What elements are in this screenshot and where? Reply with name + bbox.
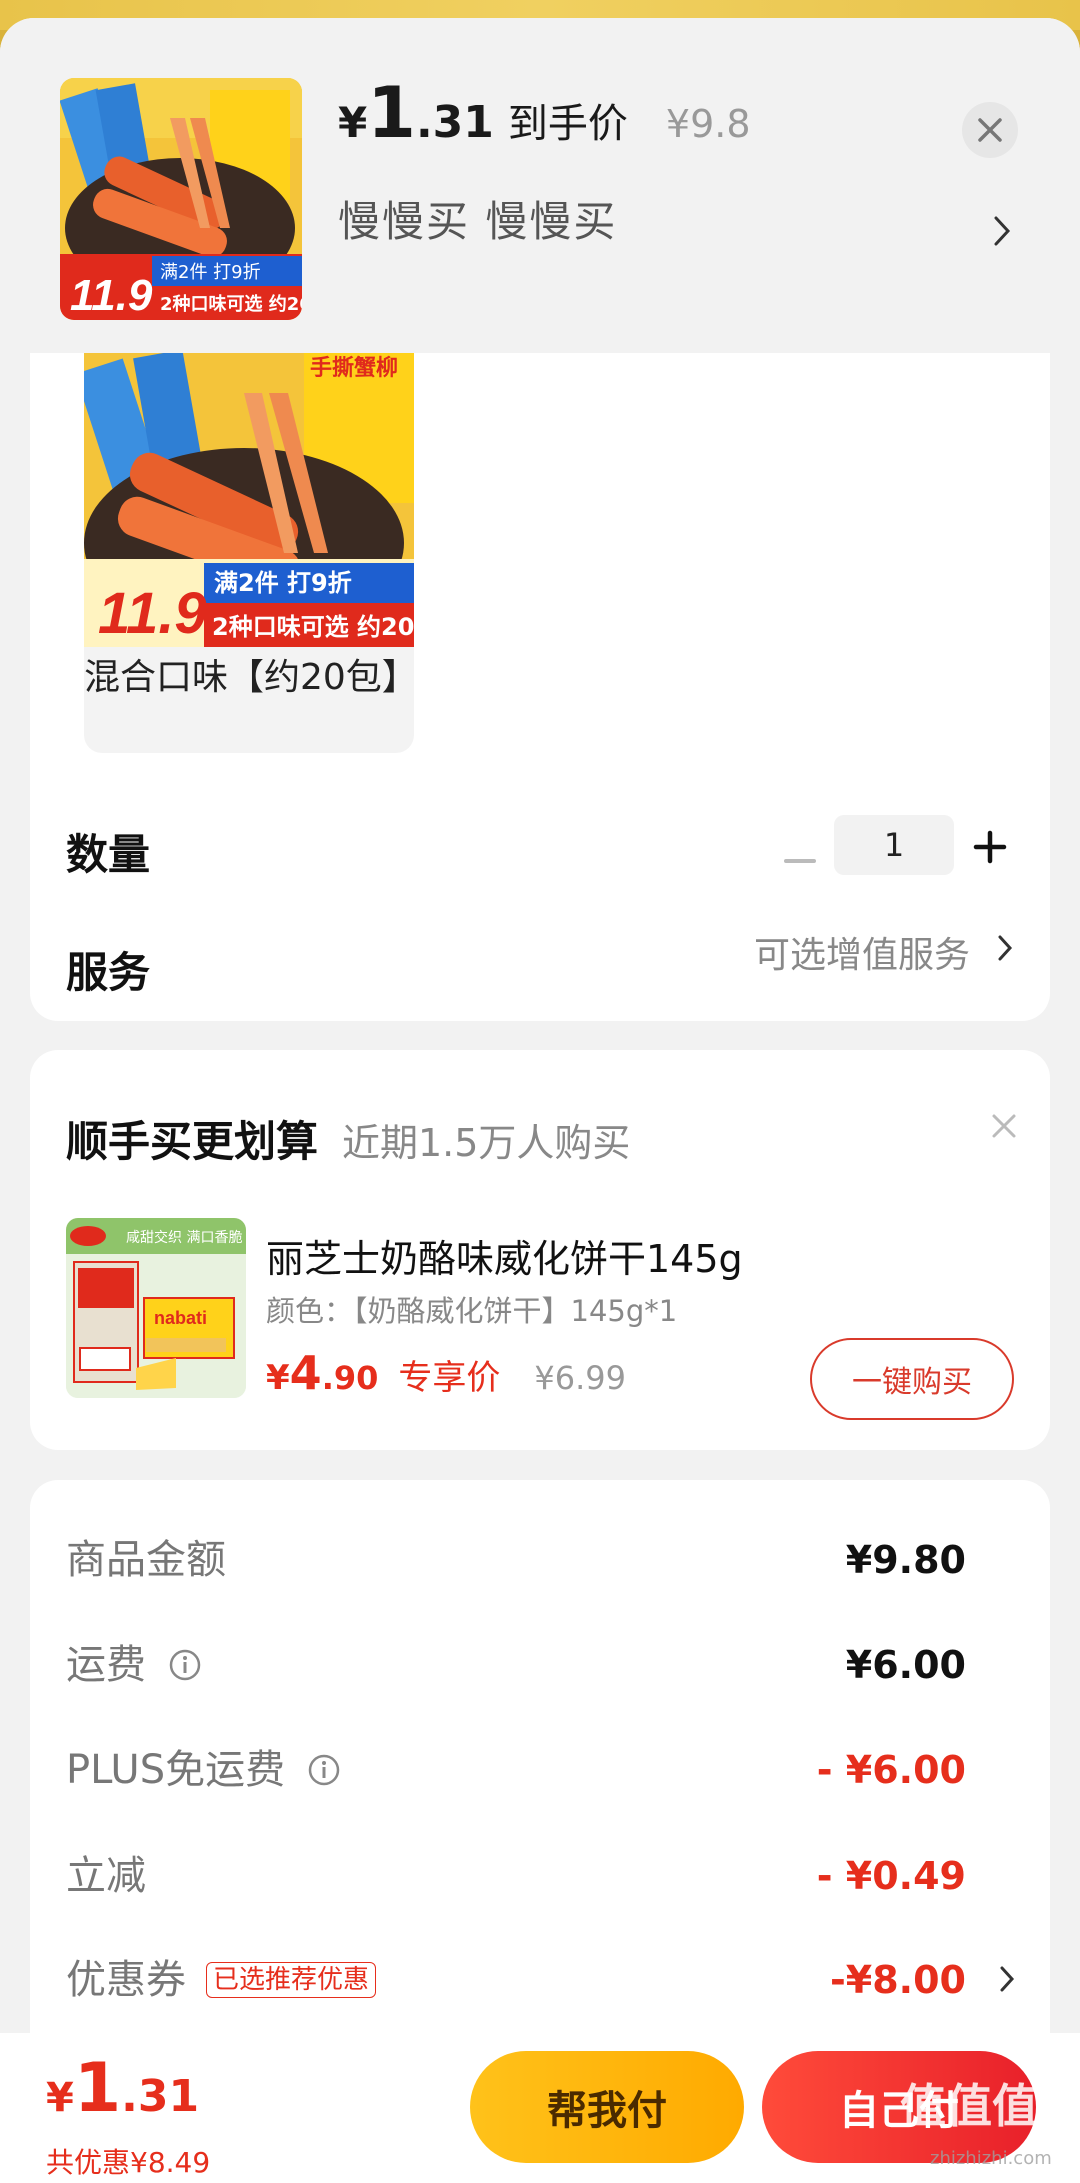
- coupon-badge: 已选推荐优惠: [206, 1962, 377, 1998]
- selected-spec[interactable]: 慢慢买 慢慢买: [338, 188, 617, 249]
- original-price: ¥9.8: [665, 102, 751, 146]
- svg-text:2种口味可选 约20包: 2种口味可选 约20包: [212, 613, 414, 641]
- help-pay-button[interactable]: 帮我付: [470, 2051, 744, 2163]
- summary-row: PLUS免运费 - ¥6.00: [66, 1740, 1016, 1800]
- svg-text:2种口味可选 约20包: 2种口味可选 约20包: [160, 293, 302, 315]
- sheet-header: 11.9 满2件 打9折 2种口味可选 约20包 ¥ 1 .31 到手价 ¥9.…: [0, 18, 1080, 353]
- total-price: ¥ 1 .31: [46, 2055, 199, 2123]
- price-decimal: .31: [415, 97, 494, 148]
- recommend-card: 顺手买更划算 近期1.5万人购买 咸甜交织 满口香脆 nabati 丽芝士奶酪味…: [30, 1050, 1050, 1450]
- price-decimal: .90: [321, 1359, 379, 1397]
- svg-text:手撕蟹柳: 手撕蟹柳: [310, 355, 398, 381]
- chevron-right-icon[interactable]: [996, 933, 1014, 963]
- summary-value: - ¥0.49: [816, 1854, 966, 1898]
- watermark-logo: 值值值: [900, 2079, 1038, 2133]
- summary-label: 立减: [66, 1853, 146, 1899]
- summary-label: 运费: [66, 1635, 202, 1695]
- svg-text:11.9: 11.9: [70, 271, 153, 320]
- close-icon[interactable]: [990, 1112, 1018, 1140]
- recommend-subtitle: 近期1.5万人购买: [342, 1121, 631, 1165]
- svg-text:满2件 打9折: 满2件 打9折: [214, 569, 352, 597]
- recommend-product-image[interactable]: 咸甜交织 满口香脆 nabati: [66, 1218, 246, 1398]
- currency-symbol: ¥: [46, 2075, 74, 2121]
- total-discount: 共优惠¥8.49: [46, 2146, 211, 2179]
- summary-row: 商品金额 ¥9.80: [66, 1530, 1016, 1590]
- exclusive-price-label: 专享价: [398, 1358, 501, 1398]
- quantity-input[interactable]: 1: [834, 815, 954, 875]
- header-price: ¥ 1 .31 到手价 ¥9.8: [338, 78, 751, 168]
- chevron-right-icon[interactable]: [992, 214, 1012, 248]
- summary-value: - ¥6.00: [816, 1748, 966, 1792]
- summary-row: 立减 - ¥0.49: [66, 1846, 1016, 1906]
- summary-value: ¥9.80: [845, 1538, 966, 1582]
- svg-text:满2件 打9折: 满2件 打9折: [160, 262, 261, 283]
- one-click-buy-button[interactable]: 一键购买: [810, 1338, 1014, 1420]
- summary-label: 商品金额: [66, 1537, 226, 1583]
- service-option[interactable]: 可选增值服务: [754, 926, 970, 978]
- svg-text:nabati: nabati: [154, 1308, 207, 1328]
- original-price: ¥6.99: [534, 1359, 626, 1397]
- summary-value: -¥8.00: [830, 1958, 966, 2002]
- recommend-product-name[interactable]: 丽芝士奶酪味威化饼干145g: [266, 1228, 743, 1283]
- chevron-right-icon[interactable]: [998, 1964, 1016, 1994]
- variant-label: 混合口味【约20包】: [84, 657, 414, 698]
- plus-icon[interactable]: [970, 827, 1010, 867]
- currency-symbol: ¥: [338, 98, 368, 147]
- close-icon: [978, 118, 1002, 142]
- variant-option[interactable]: 手撕蟹柳 11.9 满2件 打9折 2种口味可选 约20包 混合口味【约20包】: [84, 353, 414, 753]
- summary-label: 优惠券 已选推荐优惠: [66, 1950, 377, 2010]
- summary-label: PLUS免运费: [66, 1740, 341, 1800]
- price-integer: 4: [289, 1346, 322, 1400]
- coupon-row[interactable]: 优惠券 已选推荐优惠 -¥8.00: [66, 1950, 1016, 2010]
- minus-icon[interactable]: [772, 833, 828, 889]
- recommend-title: 顺手买更划算: [66, 1117, 319, 1166]
- recommend-price: ¥ 4 .90 专享价 ¥6.99: [266, 1346, 626, 1400]
- spec-card: 手撕蟹柳 11.9 满2件 打9折 2种口味可选 约20包 混合口味【约20包】…: [30, 353, 1050, 1021]
- info-icon[interactable]: [307, 1753, 341, 1787]
- price-integer: 1: [73, 2049, 122, 2128]
- summary-row: 运费 ¥6.00: [66, 1635, 1016, 1695]
- price-decimal: .31: [121, 2071, 200, 2122]
- svg-text:咸甜交织 满口香脆: 咸甜交织 满口香脆: [126, 1229, 242, 1246]
- close-button[interactable]: [962, 102, 1018, 158]
- quantity-label: 数量: [66, 830, 151, 879]
- summary-value: ¥6.00: [845, 1643, 966, 1687]
- service-label: 服务: [66, 948, 151, 997]
- svg-text:11.9: 11.9: [98, 581, 207, 646]
- final-price-label: 到手价: [507, 101, 628, 147]
- watermark-url: zhizhizhi.com: [930, 2148, 1052, 2169]
- currency-symbol: ¥: [266, 1358, 290, 1398]
- info-icon[interactable]: [168, 1648, 202, 1682]
- product-thumbnail[interactable]: 11.9 满2件 打9折 2种口味可选 约20包: [60, 78, 302, 320]
- price-integer: 1: [367, 72, 416, 154]
- purchase-sheet: 11.9 满2件 打9折 2种口味可选 约20包 ¥ 1 .31 到手价 ¥9.…: [0, 18, 1080, 2183]
- variant-image: 手撕蟹柳 11.9 满2件 打9折 2种口味可选 约20包: [84, 353, 414, 647]
- recommend-product-color: 颜色：【奶酪威化饼干】145g*1: [266, 1294, 678, 1328]
